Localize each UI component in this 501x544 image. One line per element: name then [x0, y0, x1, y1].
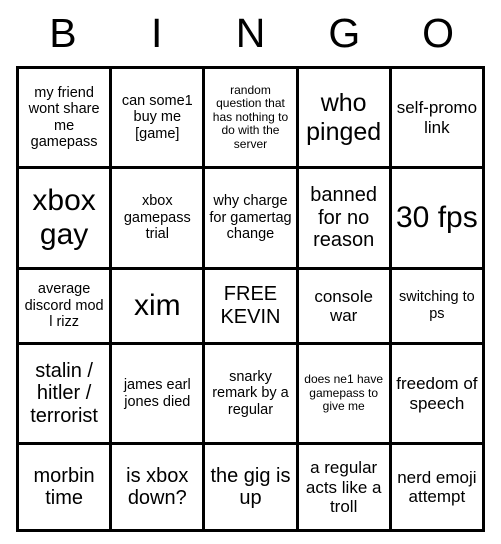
- bingo-cell-label: average discord mod l rizz: [24, 281, 104, 330]
- bingo-cell-b2[interactable]: xbox gay: [15, 166, 113, 270]
- bingo-cell-label: nerd emoji attempt: [397, 467, 477, 507]
- bingo-grid-wrapper: my friend wont share me gamepass can som…: [0, 65, 501, 544]
- bingo-cell-i4[interactable]: james earl jones died: [109, 341, 206, 446]
- header-letter-n: N: [235, 9, 266, 56]
- bingo-cell-label: xbox gamepass trial: [123, 193, 191, 243]
- bingo-cell-n4[interactable]: snarky remark by a regular: [202, 341, 299, 446]
- bingo-row: morbin time is xbox down? the gig is up …: [15, 442, 486, 532]
- bingo-row: xbox gay xbox gamepass trial why charge …: [15, 166, 486, 270]
- bingo-cell-n3[interactable]: FREE KEVIN: [202, 266, 299, 345]
- bingo-cell-b5[interactable]: morbin time: [15, 442, 113, 532]
- bingo-cell-label: banned for no reason: [310, 184, 378, 252]
- bingo-row: average discord mod l rizz xim FREE KEVI…: [15, 266, 486, 345]
- bingo-cell-n1[interactable]: random question that has nothing to do w…: [202, 65, 299, 170]
- bingo-cell-o5[interactable]: nerd emoji attempt: [388, 442, 486, 532]
- bingo-cell-i5[interactable]: is xbox down?: [109, 442, 206, 532]
- bingo-cell-i3[interactable]: xim: [109, 266, 206, 345]
- bingo-cell-o2[interactable]: 30 fps: [388, 166, 486, 270]
- bingo-cell-b1[interactable]: my friend wont share me gamepass: [15, 65, 113, 170]
- bingo-cell-i2[interactable]: xbox gamepass trial: [109, 166, 206, 270]
- bingo-cell-g5[interactable]: a regular acts like a troll: [295, 442, 392, 532]
- bingo-cell-o1[interactable]: self-promo link: [388, 65, 486, 170]
- bingo-cell-g4[interactable]: does ne1 have gamepass to give me: [295, 341, 392, 446]
- bingo-header: B I N G O: [0, 0, 501, 66]
- bingo-cell-label: james earl jones died: [123, 377, 191, 410]
- header-letter-g: G: [328, 9, 361, 56]
- bingo-cell-label: does ne1 have gamepass to give me: [304, 372, 384, 414]
- bingo-cell-b3[interactable]: average discord mod l rizz: [15, 266, 113, 345]
- bingo-cell-label: who pinged: [306, 89, 382, 146]
- bingo-cell-label: stalin / hitler / terrorist: [30, 359, 98, 427]
- bingo-cell-n2[interactable]: why charge for gamertag change: [202, 166, 299, 270]
- bingo-cell-o4[interactable]: freedom of speech: [388, 341, 486, 446]
- bingo-cell-label: is xbox down?: [126, 464, 189, 510]
- bingo-cell-label: freedom of speech: [396, 374, 478, 413]
- header-letter-i: I: [150, 9, 163, 56]
- bingo-cell-i1[interactable]: can some1 buy me [game]: [109, 65, 206, 170]
- bingo-cell-label: self-promo link: [396, 98, 478, 137]
- header-letter-o: O: [422, 9, 455, 56]
- bingo-cell-g3[interactable]: console war: [295, 266, 392, 345]
- bingo-cell-o3[interactable]: switching to ps: [388, 266, 486, 345]
- bingo-cell-label: 30 fps: [396, 201, 478, 234]
- bingo-cell-n5[interactable]: the gig is up: [202, 442, 299, 532]
- bingo-grid: my friend wont share me gamepass can som…: [15, 65, 486, 532]
- bingo-cell-label: xbox gay: [32, 184, 96, 251]
- bingo-cell-b4[interactable]: stalin / hitler / terrorist: [15, 341, 113, 446]
- bingo-cell-label: xim: [133, 288, 181, 322]
- bingo-cell-label: switching to ps: [398, 289, 475, 322]
- bingo-cell-label: the gig is up: [210, 464, 291, 510]
- bingo-cell-g1[interactable]: who pinged: [295, 65, 392, 170]
- bingo-row: stalin / hitler / terrorist james earl j…: [15, 341, 486, 446]
- bingo-cell-label: my friend wont share me gamepass: [28, 84, 100, 151]
- bingo-cell-label: snarky remark by a regular: [212, 369, 289, 418]
- bingo-cell-label: a regular acts like a troll: [305, 458, 382, 516]
- bingo-cell-label: FREE KEVIN: [220, 283, 281, 328]
- bingo-cell-label: morbin time: [33, 464, 95, 510]
- bingo-cell-label: random question that has nothing to do w…: [212, 82, 289, 151]
- bingo-card: B I N G O my friend wont share me gamepa…: [0, 0, 501, 544]
- header-letter-b: B: [49, 9, 77, 56]
- bingo-cell-label: console war: [314, 286, 373, 325]
- bingo-cell-label: why charge for gamertag change: [209, 193, 292, 243]
- bingo-cell-label: can some1 buy me [game]: [121, 93, 193, 142]
- bingo-row: my friend wont share me gamepass can som…: [15, 65, 486, 170]
- bingo-cell-g2[interactable]: banned for no reason: [295, 166, 392, 270]
